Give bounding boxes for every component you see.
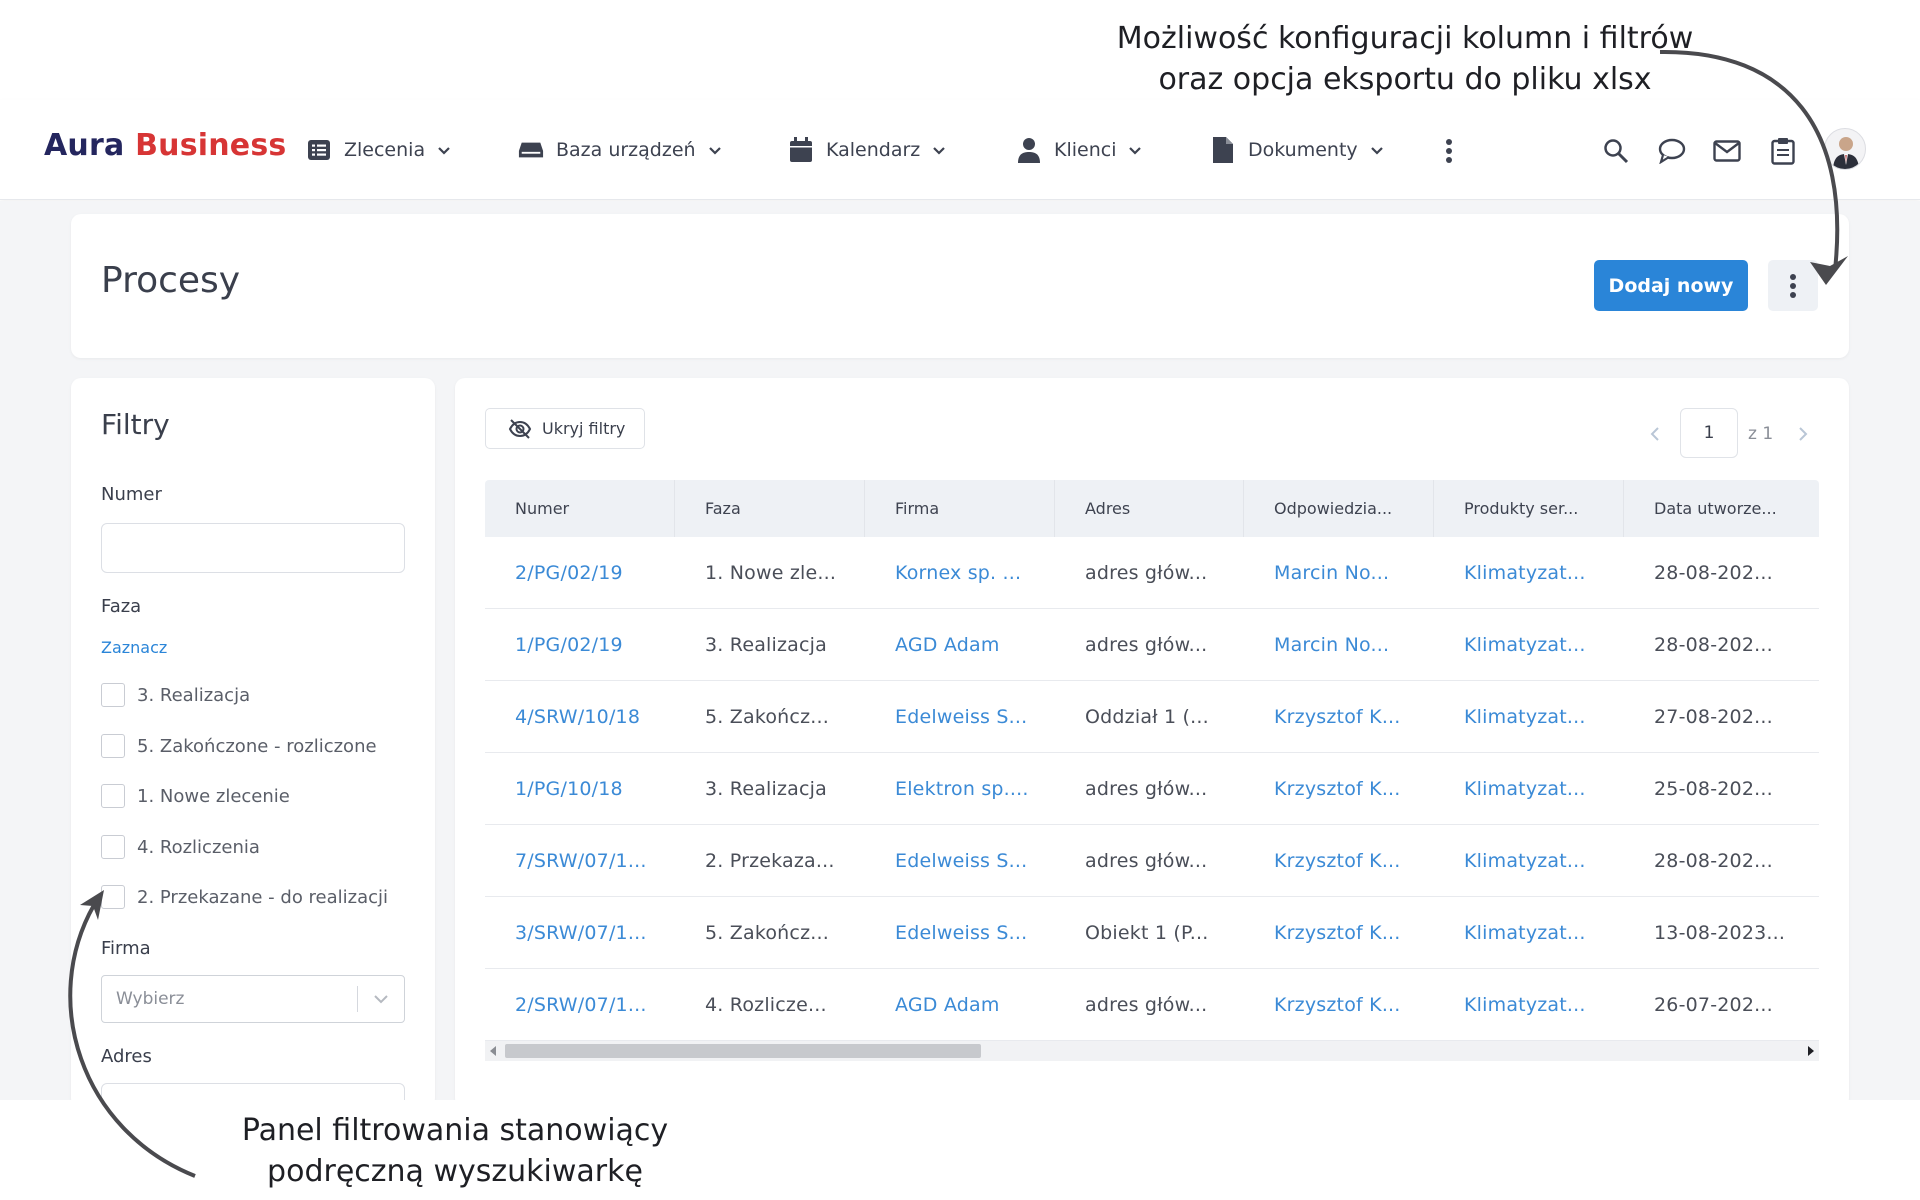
- annotation-arrows: [68, 49, 1848, 1178]
- arrow-top-head: [1810, 256, 1848, 285]
- arrow-bottom-head: [80, 890, 104, 920]
- arrow-top-curve: [1659, 49, 1840, 271]
- arrow-bottom-curve: [68, 904, 196, 1178]
